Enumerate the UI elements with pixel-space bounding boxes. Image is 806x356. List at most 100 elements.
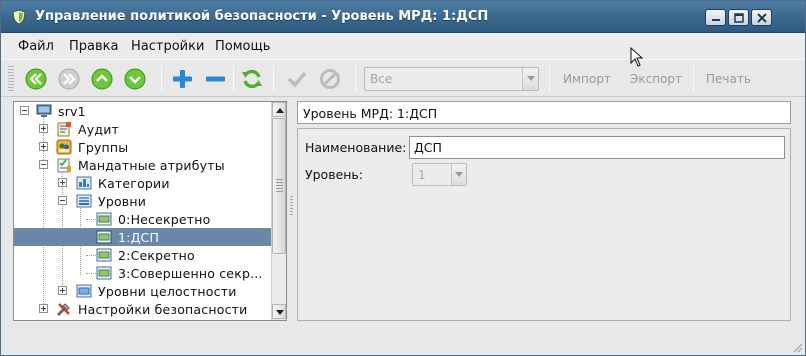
tree-scrollbar[interactable]	[271, 102, 286, 320]
print-button[interactable]: Печать	[706, 72, 751, 86]
tree-expand-toggle[interactable]	[39, 304, 48, 313]
groups-icon	[56, 139, 72, 155]
name-label: Наименование:	[305, 140, 407, 155]
filter-combo-arrow[interactable]	[522, 68, 538, 90]
tree-collapse-toggle[interactable]	[20, 106, 29, 115]
computer-icon	[36, 104, 52, 117]
tree-item-categories[interactable]: Категории	[14, 174, 272, 192]
tree-item-level-2[interactable]: 2:Секретно	[14, 246, 272, 264]
tree-item-level-3[interactable]: 3:Совершенно секр...	[14, 264, 272, 282]
mandatory-attributes-icon	[57, 158, 71, 173]
security-settings-icon	[56, 303, 70, 317]
scroll-down-button[interactable]	[272, 304, 286, 319]
chevron-down-icon	[276, 310, 284, 315]
audit-icon	[57, 122, 71, 137]
level-item-icon	[96, 230, 112, 244]
tree-expand-toggle[interactable]	[58, 178, 67, 187]
toolbar-separator	[161, 66, 162, 92]
tree-item-label: srv1	[58, 104, 86, 119]
tree-expand-toggle[interactable]	[39, 124, 48, 133]
integrity-levels-icon	[76, 284, 92, 298]
window-title: Управление политикой безопасности - Уров…	[35, 9, 489, 24]
menu-edit[interactable]: Правка	[69, 39, 118, 54]
name-field[interactable]	[409, 136, 785, 159]
tree-item-level-1[interactable]: 1:ДСП	[14, 228, 272, 246]
tree-item-integrity-levels[interactable]: Уровни целостности	[14, 282, 272, 300]
checkmark-icon[interactable]	[286, 68, 308, 90]
tree-item-label: Мандатные атрибуты	[78, 158, 225, 173]
tree-item-label: Категории	[98, 176, 170, 191]
maximize-icon	[734, 13, 744, 23]
level-label: Уровень:	[305, 167, 364, 182]
menu-file[interactable]: Файл	[18, 39, 54, 54]
chevron-down-icon	[455, 172, 463, 177]
tree-item-label: 3:Совершенно секр...	[118, 266, 263, 281]
chevron-up-icon	[276, 108, 284, 113]
detail-header: Уровень МРД: 1:ДСП	[297, 101, 791, 124]
tree-item-label: Уровни	[98, 194, 147, 209]
tree-item-audit[interactable]: Аудит	[14, 120, 272, 138]
tree-collapse-toggle[interactable]	[39, 160, 48, 169]
minimize-button[interactable]	[705, 9, 726, 26]
maximize-button[interactable]	[728, 9, 749, 26]
splitter-handle[interactable]	[290, 196, 293, 216]
levels-icon	[76, 194, 92, 208]
scroll-thumb-grip	[276, 179, 283, 193]
level-combo-arrow[interactable]	[451, 164, 466, 185]
tree-expand-toggle[interactable]	[58, 286, 67, 295]
up-arrow-icon[interactable]	[91, 68, 113, 90]
menu-help[interactable]: Помощь	[215, 39, 270, 54]
export-button[interactable]: Экспорт	[630, 72, 682, 86]
close-button[interactable]	[751, 9, 772, 26]
chevron-down-icon	[527, 76, 535, 81]
scroll-up-button[interactable]	[272, 102, 286, 117]
level-item-icon	[96, 212, 112, 226]
scroll-thumb[interactable]	[272, 118, 286, 254]
shield-icon	[12, 9, 26, 25]
toolbar-grip[interactable]	[8, 66, 14, 92]
toolbar-separator	[233, 66, 234, 92]
main-window: Управление политикой безопасности - Уров…	[0, 0, 806, 356]
minimize-icon	[712, 19, 720, 21]
down-arrow-icon[interactable]	[124, 68, 146, 90]
refresh-icon[interactable]	[241, 68, 263, 90]
resize-grip-icon[interactable]	[791, 341, 803, 353]
level-combo[interactable]: 1	[412, 163, 467, 186]
tree-item-label: Уровни целостности	[98, 284, 237, 299]
double-left-arrow-icon[interactable]	[25, 68, 47, 90]
plus-icon[interactable]	[171, 68, 193, 90]
filter-combo-value: Все	[370, 72, 393, 86]
cancel-icon[interactable]	[319, 68, 341, 90]
policy-tree[interactable]: srv1 Аудит Группы Мандатные атрибуты Кат…	[13, 101, 287, 321]
level-item-icon	[96, 248, 112, 262]
tree-item-label: 1:ДСП	[118, 230, 160, 245]
tree-expand-toggle[interactable]	[39, 142, 48, 151]
import-button[interactable]: Импорт	[563, 72, 611, 86]
menu-settings[interactable]: Настройки	[131, 39, 204, 54]
close-icon	[757, 13, 767, 23]
menu-bar: Файл Правка Настройки Помощь	[1, 33, 805, 59]
level-item-icon	[96, 266, 112, 280]
tree-item-label: Настройки безопасности	[78, 302, 248, 317]
title-bar[interactable]: Управление политикой безопасности - Уров…	[1, 1, 805, 33]
tree-item-levels[interactable]: Уровни	[14, 192, 272, 210]
minus-icon[interactable]	[204, 68, 226, 90]
tree-collapse-toggle[interactable]	[58, 196, 67, 205]
tree-item-label: Группы	[78, 140, 129, 155]
toolbar: Все Импорт Экспорт Печать	[1, 59, 805, 97]
tree-item-label: 0:Несекретно	[118, 212, 211, 227]
double-right-arrow-icon[interactable]	[58, 68, 80, 90]
tree-item-security-settings[interactable]: Настройки безопасности	[14, 300, 272, 318]
tree-item-label: 2:Секретно	[118, 248, 195, 263]
tree-item-label: Аудит	[78, 122, 119, 137]
toolbar-separator	[549, 66, 550, 92]
tree-item-groups[interactable]: Группы	[14, 138, 272, 156]
filter-combo[interactable]: Все	[364, 67, 539, 91]
toolbar-separator	[355, 66, 356, 92]
tree-item-level-0[interactable]: 0:Несекретно	[14, 210, 272, 228]
tree-item-srv1[interactable]: srv1	[14, 102, 272, 120]
tree-item-mandatory-attributes[interactable]: Мандатные атрибуты	[14, 156, 272, 174]
mouse-cursor-icon	[630, 47, 644, 67]
level-combo-value: 1	[418, 168, 426, 182]
detail-header-text: Уровень МРД: 1:ДСП	[303, 106, 438, 121]
